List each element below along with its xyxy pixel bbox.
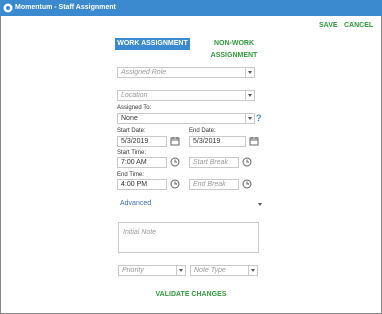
end-time-label: End Time:	[117, 172, 145, 178]
tab-non-work-assignment[interactable]: NON-WORK ASSIGNMENT	[194, 38, 274, 59]
start-break-input[interactable]: Start Break	[189, 157, 239, 168]
chevron-down-icon	[176, 265, 185, 276]
start-time-label: Start Time:	[117, 150, 147, 156]
help-icon[interactable]: ?	[256, 113, 262, 123]
start-time-value: 7:00 AM	[121, 159, 147, 166]
chevron-down-icon	[245, 67, 254, 78]
title-bar: Momentum - Staff Assignment	[0, 0, 382, 16]
priority-select[interactable]: Priority	[118, 265, 186, 276]
assigned-to-select[interactable]: None	[117, 113, 255, 124]
clock-icon[interactable]	[170, 157, 180, 167]
end-date-value: 5/3/2019	[193, 138, 221, 145]
validate-changes-button[interactable]: VALIDATE CHANGES	[0, 291, 382, 298]
tab-work-assignment[interactable]: WORK ASSIGNMENT	[115, 38, 190, 50]
start-break-placeholder: Start Break	[193, 159, 229, 166]
note-type-select[interactable]: Note Type	[190, 265, 258, 276]
start-date-label: Start Date:	[117, 128, 146, 134]
momentum-logo-icon	[3, 3, 13, 13]
start-date-input[interactable]: 5/3/2019	[117, 136, 167, 147]
priority-placeholder: Priority	[122, 267, 144, 274]
start-time-input[interactable]: 7:00 AM	[117, 157, 167, 168]
end-time-input[interactable]: 4:00 PM	[117, 179, 167, 190]
start-date-value: 5/3/2019	[121, 138, 149, 145]
calendar-icon[interactable]	[249, 136, 259, 146]
save-button[interactable]: SAVE	[319, 22, 338, 29]
clock-icon[interactable]	[242, 179, 252, 189]
chevron-down-icon	[248, 265, 257, 276]
end-date-input[interactable]: 5/3/2019	[189, 136, 246, 147]
clock-icon[interactable]	[170, 179, 180, 189]
chevron-down-icon	[245, 113, 254, 124]
assigned-role-select[interactable]: Assigned Role	[117, 67, 255, 78]
clock-icon[interactable]	[242, 157, 252, 167]
assigned-to-label: Assigned To:	[117, 105, 152, 111]
cancel-button[interactable]: CANCEL	[344, 22, 373, 29]
chevron-down-icon[interactable]	[258, 203, 262, 206]
assigned-role-placeholder: Assigned Role	[121, 69, 167, 76]
note-type-placeholder: Note Type	[194, 267, 226, 274]
location-select[interactable]: Location	[117, 90, 255, 101]
chevron-down-icon	[245, 90, 254, 101]
location-placeholder: Location	[121, 92, 148, 99]
initial-note-textarea[interactable]: Initial Note	[118, 222, 259, 253]
end-break-placeholder: End Break	[193, 181, 226, 188]
initial-note-placeholder: Initial Note	[123, 229, 157, 236]
end-date-label: End Date:	[189, 128, 216, 134]
calendar-icon[interactable]	[170, 136, 180, 146]
assigned-to-value: None	[121, 115, 138, 122]
advanced-toggle[interactable]: Advanced	[120, 200, 151, 207]
end-break-input[interactable]: End Break	[189, 179, 239, 190]
window-title: Momentum - Staff Assignment	[15, 4, 116, 11]
end-time-value: 4:00 PM	[121, 181, 148, 188]
